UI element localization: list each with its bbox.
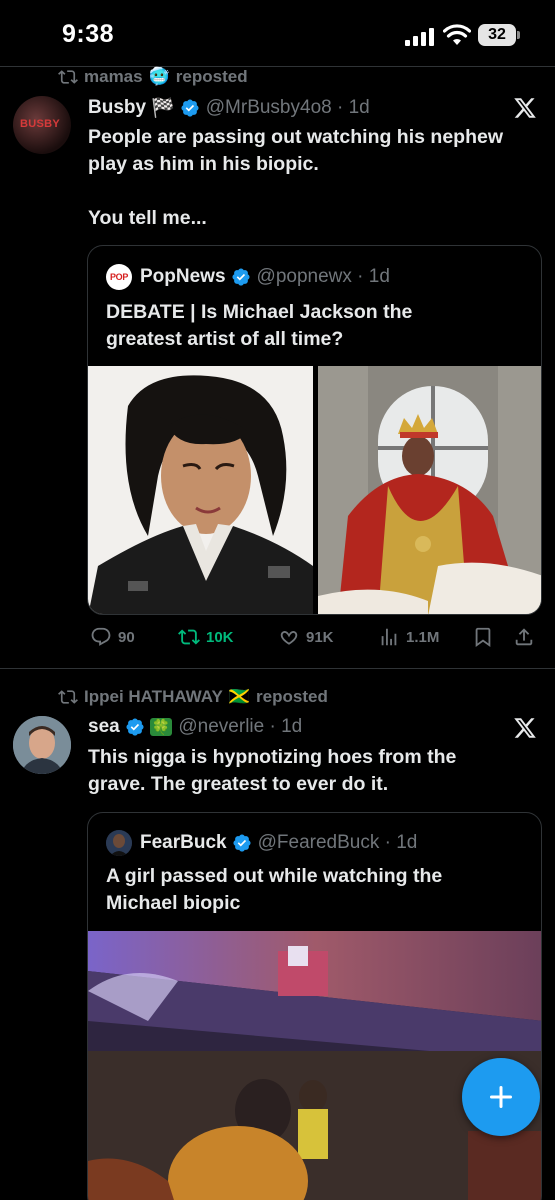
tweet-text-line: This nigga is hypnotizing hoes from the xyxy=(88,746,457,768)
royal-painting-image xyxy=(318,366,541,614)
bookmark-icon[interactable] xyxy=(472,626,494,648)
battery-indicator: 32 xyxy=(478,24,516,46)
quoted-avatar-photo xyxy=(106,830,132,856)
repost-icon xyxy=(58,70,78,84)
repost-context: Ippei HATHAWAY 🇯🇲 reposted xyxy=(58,687,328,707)
repost-by-name[interactable]: mamas xyxy=(84,67,143,87)
cellular-signal-icon xyxy=(405,28,434,46)
like-count: 91K xyxy=(306,628,334,646)
repost-icon xyxy=(178,629,200,645)
portrait-image xyxy=(88,375,313,614)
concert-video-frame xyxy=(88,931,541,1200)
quoted-photo-right[interactable] xyxy=(318,366,541,614)
tweet-actions: 90 10K 91K 1.1M xyxy=(90,622,535,652)
quoted-text-line: A girl passed out while watching the xyxy=(106,865,443,887)
verified-badge-icon xyxy=(126,718,144,736)
quoted-author-handle[interactable]: @FearedBuck · 1d xyxy=(258,832,418,854)
views-button[interactable]: 1.1M xyxy=(378,626,439,648)
avatar-label: BUSBY xyxy=(20,118,61,130)
quoted-avatar[interactable]: POP xyxy=(106,264,132,290)
repost-suffix: reposted xyxy=(175,67,248,86)
tweet-text-line: You tell me... xyxy=(88,207,207,229)
like-button[interactable]: 91K xyxy=(278,626,334,648)
battery-tip xyxy=(517,31,520,39)
tweet-text-line: play as him in his biopic. xyxy=(88,153,319,175)
quoted-photo-left[interactable] xyxy=(88,366,313,614)
quoted-author-name[interactable]: PopNews xyxy=(140,266,226,288)
quoted-author-row: POP PopNews @popnewx · 1d xyxy=(106,264,390,290)
author-name[interactable]: sea xyxy=(88,716,120,738)
quoted-author-handle[interactable]: @popnewx · 1d xyxy=(257,266,390,288)
author-row: Busby 🏁 @MrBusby4o8 · 1d xyxy=(88,96,370,120)
name-emoji: 🍀 xyxy=(149,718,173,736)
avatar-photo xyxy=(13,716,71,774)
views-icon xyxy=(381,628,397,646)
tweet-text-line: grave. The greatest to ever do it. xyxy=(88,773,389,795)
quoted-author-name[interactable]: FearBuck xyxy=(140,832,227,854)
repost-icon xyxy=(58,690,78,704)
repost-emoji: 🥶 xyxy=(148,67,170,86)
name-emoji: 🏁 xyxy=(151,98,175,119)
quoted-text-line: Michael biopic xyxy=(106,892,241,914)
quoted-text: DEBATE | Is Michael Jackson the greatest… xyxy=(106,299,412,353)
quoted-tweet[interactable]: POP PopNews @popnewx · 1d DEBATE | Is Mi… xyxy=(87,245,542,615)
author-handle[interactable]: @MrBusby4o8 · 1d xyxy=(206,97,370,119)
tweet-divider xyxy=(0,668,555,669)
status-bar: 9:38 32 xyxy=(0,0,555,66)
heart-icon xyxy=(280,631,298,645)
tweet-text: This nigga is hypnotizing hoes from the … xyxy=(88,744,456,798)
quoted-text: A girl passed out while watching the Mic… xyxy=(106,863,442,917)
author-name[interactable]: Busby xyxy=(88,97,146,119)
quoted-avatar[interactable] xyxy=(106,830,132,856)
repost-button[interactable]: 10K xyxy=(178,626,234,648)
tweet-text: People are passing out watching his neph… xyxy=(88,124,503,232)
quoted-text-line: DEBATE | Is Michael Jackson the xyxy=(106,301,413,323)
quoted-text-line: greatest artist of all time? xyxy=(106,328,344,350)
x-logo-icon[interactable] xyxy=(513,96,537,120)
author-handle[interactable]: @neverlie · 1d xyxy=(178,716,302,738)
avatar[interactable]: BUSBY xyxy=(13,96,71,154)
plus-icon xyxy=(490,1086,512,1108)
author-row: sea 🍀 @neverlie · 1d xyxy=(88,716,302,738)
compose-button[interactable] xyxy=(462,1058,540,1136)
repost-count: 10K xyxy=(206,628,234,646)
quoted-author-row: FearBuck @FearedBuck · 1d xyxy=(106,830,417,856)
x-logo-icon[interactable] xyxy=(513,716,537,740)
quoted-tweet[interactable]: FearBuck @FearedBuck · 1d A girl passed … xyxy=(87,812,542,1200)
reply-count: 90 xyxy=(118,628,135,646)
verified-badge-icon xyxy=(181,99,199,117)
verified-badge-icon xyxy=(233,834,251,852)
reply-icon xyxy=(91,627,111,646)
repost-context: mamas 🥶 reposted xyxy=(58,67,248,87)
quoted-avatar-label: POP xyxy=(109,272,129,282)
repost-suffix: reposted xyxy=(256,687,328,706)
reply-button[interactable]: 90 xyxy=(90,626,135,648)
repost-emoji: 🇯🇲 xyxy=(228,687,251,706)
avatar[interactable] xyxy=(13,716,71,774)
verified-badge-icon xyxy=(231,268,250,286)
tweet-text-line: People are passing out watching his neph… xyxy=(88,126,503,148)
status-time: 9:38 xyxy=(62,20,115,48)
repost-by-name[interactable]: Ippei HATHAWAY xyxy=(84,687,223,707)
share-icon[interactable] xyxy=(513,626,535,648)
wifi-icon xyxy=(443,24,471,45)
quoted-video[interactable] xyxy=(88,931,541,1200)
views-count: 1.1M xyxy=(406,628,440,646)
